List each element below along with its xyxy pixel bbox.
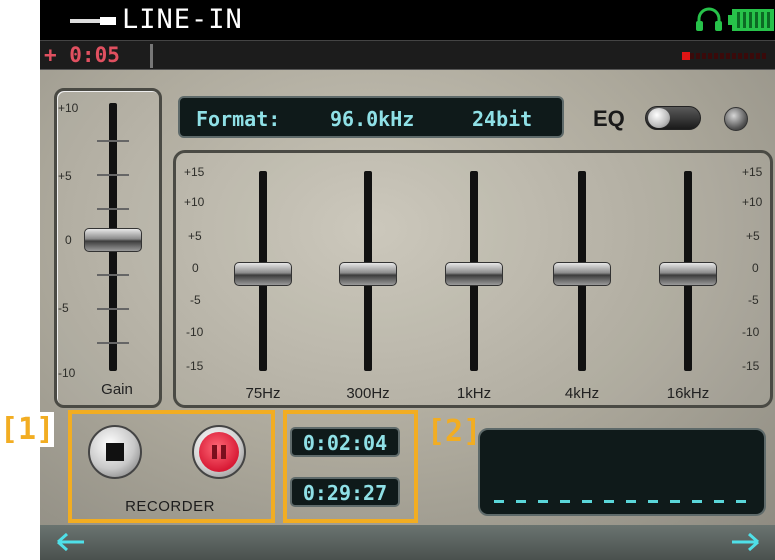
eq-scale-label: +5 [746, 229, 760, 243]
level-meter-bar [690, 53, 768, 59]
bit-depth: 24bit [472, 107, 533, 131]
eq-scale-label: 0 [192, 261, 199, 275]
gain-scale-label: -5 [58, 301, 69, 315]
navigation-bar [40, 525, 775, 560]
meter-baseline [494, 500, 750, 503]
eq-scale-label: 0 [752, 261, 759, 275]
gain-scale-label: 0 [65, 233, 72, 247]
format-display: Format: 96.0kHz 24bit [178, 96, 564, 138]
battery-icon [728, 9, 774, 31]
eq-scale-label: +10 [184, 195, 205, 209]
gain-tick-mark [97, 308, 129, 310]
gain-slider-knob[interactable] [84, 228, 142, 252]
annotation-box-2 [283, 410, 418, 523]
eq-scale-label: -15 [742, 359, 760, 373]
level-meter-display [478, 428, 766, 516]
eq-scale-label: -10 [186, 325, 204, 339]
gain-tick-mark [97, 208, 129, 210]
eq-toggle-switch[interactable] [645, 106, 701, 130]
eq-scale-label: -10 [742, 325, 760, 339]
eq-band-label: 16kHz [666, 385, 710, 402]
eq-scale-label: +15 [742, 165, 763, 179]
record-indicator-icon [682, 52, 690, 60]
toggle-knob-icon [648, 108, 670, 128]
eq-scale-label: -15 [186, 359, 204, 373]
format-label: Format: [196, 107, 281, 131]
eq-scale-label: -5 [190, 293, 201, 307]
gain-scale-label: -10 [58, 366, 76, 380]
gain-panel: +10 +5 0 -5 -10 Gain [54, 88, 162, 408]
divider [150, 44, 153, 68]
sample-rate: 96.0kHz [330, 107, 415, 131]
eq-scale-label: +15 [184, 165, 205, 179]
eq-band-label: 75Hz [245, 385, 281, 402]
gain-tick-mark [97, 342, 129, 344]
gain-label: Gain [101, 381, 133, 398]
eq-band-label: 4kHz [564, 385, 600, 402]
eq-slider-knob-1khz[interactable] [445, 262, 503, 286]
title-bar: LINE-IN [40, 0, 775, 40]
eq-band-label: 300Hz [346, 385, 390, 402]
eq-toggle-group: EQ [585, 98, 765, 142]
elapsed-time: + 0:05 [44, 43, 120, 67]
eq-status-led-icon [724, 107, 748, 131]
eq-slider-knob-75hz[interactable] [234, 262, 292, 286]
annotation-box-1 [68, 410, 275, 523]
annotation-tag-1: [1] [0, 412, 55, 447]
eq-scale-label: +5 [188, 229, 202, 243]
line-in-cable-icon [70, 17, 116, 25]
eq-band-label: 1kHz [456, 385, 492, 402]
gain-tick-mark [97, 140, 129, 142]
eq-slider-knob-4khz[interactable] [553, 262, 611, 286]
eq-scale-label: -5 [748, 293, 759, 307]
annotation-tag-2: [2] [427, 414, 482, 449]
equalizer-panel: +15 +10 +5 0 -5 -10 -15 +15 +10 +5 0 -5 … [173, 150, 773, 408]
gain-tick-mark [97, 174, 129, 176]
forward-arrow-icon[interactable] [730, 531, 760, 553]
gain-scale-label: +10 [58, 101, 79, 115]
eq-slider-knob-16khz[interactable] [659, 262, 717, 286]
back-arrow-icon[interactable] [56, 531, 86, 553]
gain-tick-mark [97, 274, 129, 276]
gain-scale-label: +5 [58, 169, 72, 183]
eq-scale-label: +10 [742, 195, 763, 209]
eq-label: EQ [593, 106, 625, 131]
eq-slider-knob-300hz[interactable] [339, 262, 397, 286]
page-title: LINE-IN [122, 4, 243, 35]
status-bar: + 0:05 [40, 40, 775, 70]
headphones-icon [696, 7, 722, 31]
